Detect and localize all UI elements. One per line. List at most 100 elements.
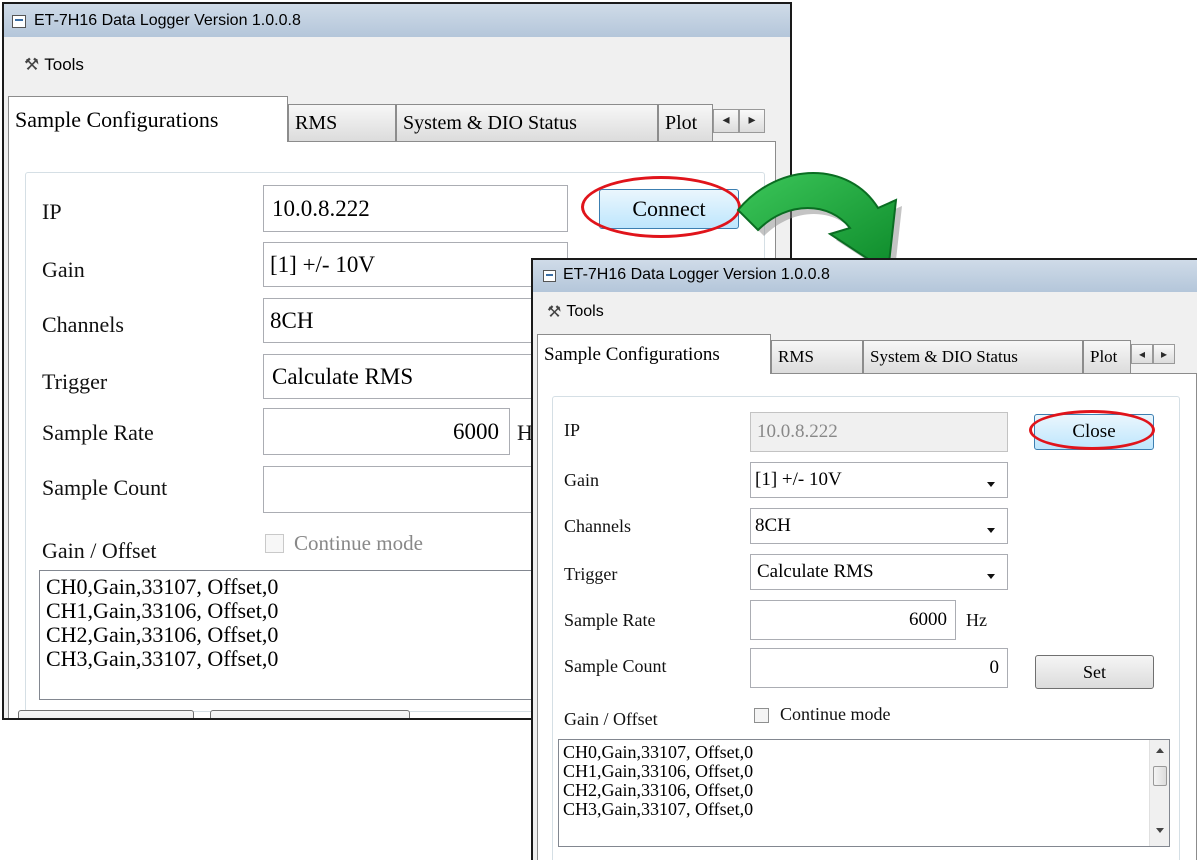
tab-label: Plot [665,111,698,134]
channels-value: 8CH [270,307,314,333]
menu-bar: ⚒ Tools [4,37,790,87]
close-button[interactable]: Close [1034,414,1154,450]
continue-mode-label: Continue mode [294,531,423,555]
ip-label: IP [42,199,62,224]
checkbox-icon[interactable] [754,708,769,723]
tab-strip: Sample Configurations RMS System & DIO S… [4,96,790,142]
list-item: CH3,Gain,33107, Offset,0 [46,646,279,671]
list-scrollbar[interactable] [1149,740,1169,846]
tab-plot[interactable]: Plot [1083,340,1131,373]
sample-rate-value: 6000 [453,418,499,444]
dropdown-arrow-icon [987,574,995,579]
title-bar: ET-7H16 Data Logger Version 1.0.0.8 [533,260,1197,292]
gain-label: Gain [564,470,599,490]
tools-menu-label: Tools [566,303,604,320]
tab-rms[interactable]: RMS [771,340,863,373]
menu-bar: ⚒ Tools [533,292,1197,334]
app-window-icon [543,270,556,282]
tab-label: Sample Configurations [544,343,720,365]
set-button[interactable]: Set [1035,655,1154,689]
connect-label: Connect [632,196,706,221]
window-title: ET-7H16 Data Logger Version 1.0.0.8 [34,12,301,29]
trigger-value: Calculate RMS [757,561,874,582]
list-item: CH1,Gain,33106, Offset,0 [563,761,754,781]
dropdown-arrow-icon [987,528,995,533]
window-title: ET-7H16 Data Logger Version 1.0.0.8 [563,266,830,283]
dropdown-arrow-icon [987,482,995,487]
list-item: CH0,Gain,33107, Offset,0 [563,742,754,762]
tab-label: Plot [1090,347,1118,366]
channels-label: Channels [564,516,631,536]
trigger-select[interactable]: Calculate RMS [750,554,1008,590]
sample-count-value: 0 [989,657,1000,678]
list-item: CH0,Gain,33107, Offset,0 [46,574,279,599]
sample-rate-value: 6000 [909,609,947,630]
channels-label: Channels [42,312,124,337]
gain-offset-label: Gain / Offset [42,538,157,563]
gain-offset-list[interactable]: CH0,Gain,33107, Offset,0 CH1,Gain,33106,… [39,570,579,700]
tab-panel: IP 10.0.8.222 Close Gain [1] +/- 10V Cha… [537,373,1197,860]
channels-value: 8CH [755,515,791,536]
tab-scroll-right-icon[interactable]: ▸ [739,109,765,133]
gain-select[interactable]: [1] +/- 10V [750,462,1008,498]
ip-label: IP [564,420,581,440]
trigger-select[interactable]: Calculate RMS [263,354,568,399]
tab-sample-configurations[interactable]: Sample Configurations [8,96,288,142]
tab-label: Sample Configurations [15,106,219,132]
tab-label: RMS [778,347,814,366]
hz-unit-label: Hz [966,610,987,630]
tools-icon: ⚒ [547,304,562,321]
tab-rms[interactable]: RMS [288,104,396,141]
sample-rate-label: Sample Rate [564,610,656,630]
list-item: CH2,Gain,33106, Offset,0 [563,780,754,800]
app-window-icon [12,15,26,28]
tools-menu[interactable]: ⚒ Tools [547,302,604,322]
sample-rate-input[interactable]: 6000 [750,600,956,640]
tab-label: System & DIO Status [403,111,577,134]
logger-window-after: ET-7H16 Data Logger Version 1.0.0.8 ⚒ To… [531,258,1197,860]
title-bar: ET-7H16 Data Logger Version 1.0.0.8 [4,4,790,37]
sample-rate-label: Sample Rate [42,420,154,445]
ip-value: 10.0.8.222 [757,421,838,442]
scrollbar-thumb[interactable] [1153,766,1167,786]
continue-mode-checkbox[interactable] [265,534,284,553]
gain-value: [1] +/- 10V [755,469,842,490]
close-label: Close [1072,421,1116,442]
sample-count-input[interactable] [263,466,568,513]
sample-count-label: Sample Count [42,475,168,500]
channels-select[interactable]: 8CH [263,298,568,343]
ip-value: 10.0.8.222 [272,195,370,221]
tab-scroll-left-icon[interactable]: ◂ [713,109,739,133]
gain-select[interactable]: [1] +/- 10V [263,242,568,287]
trigger-label: Trigger [564,564,618,584]
tab-scroll-buttons: ◂ ▸ [713,109,765,133]
channels-select[interactable]: 8CH [750,508,1008,544]
tools-menu[interactable]: ⚒ Tools [24,55,84,75]
trigger-label: Trigger [42,369,108,394]
sample-count-input[interactable]: 0 [750,648,1008,688]
bottom-button-2[interactable] [210,710,410,718]
ip-input[interactable]: 10.0.8.222 [750,412,1008,452]
tab-scroll-buttons: ◂ ▸ [1131,344,1175,364]
tab-plot[interactable]: Plot [658,104,713,141]
tab-strip: Sample Configurations RMS System & DIO S… [533,334,1197,374]
tab-scroll-right-icon[interactable]: ▸ [1153,344,1175,364]
list-item: CH1,Gain,33106, Offset,0 [46,598,279,623]
tab-system-dio-status[interactable]: System & DIO Status [396,104,658,141]
tab-label: RMS [295,111,338,134]
tab-scroll-left-icon[interactable]: ◂ [1131,344,1153,364]
scroll-up-icon[interactable] [1156,748,1164,753]
list-item: CH3,Gain,33107, Offset,0 [563,799,754,819]
list-item: CH2,Gain,33106, Offset,0 [46,622,279,647]
gain-offset-list[interactable]: CH0,Gain,33107, Offset,0 CH1,Gain,33106,… [558,739,1170,847]
continue-mode-label: Continue mode [780,704,891,724]
tab-sample-configurations[interactable]: Sample Configurations [537,334,771,374]
bottom-button-1[interactable] [18,710,194,718]
set-label: Set [1082,661,1106,682]
tab-label: System & DIO Status [870,347,1018,366]
sample-rate-input[interactable]: 6000 [263,408,510,455]
scroll-down-icon[interactable] [1156,828,1164,833]
tools-menu-label: Tools [44,55,84,74]
tab-system-dio-status[interactable]: System & DIO Status [863,340,1083,373]
ip-input[interactable]: 10.0.8.222 [263,185,568,232]
